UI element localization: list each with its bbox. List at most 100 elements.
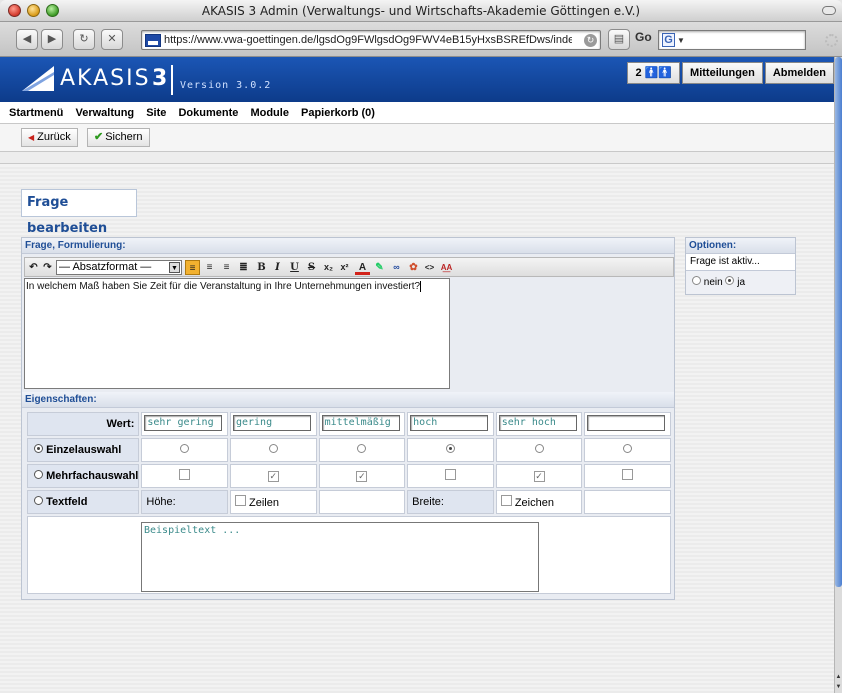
text-color-icon[interactable]: A — [355, 260, 370, 275]
page-title: Frage bearbeiten — [21, 189, 137, 236]
single-radio-5[interactable] — [534, 444, 544, 453]
scroll-up-icon[interactable]: ▲ — [835, 673, 842, 681]
address-text: https://www.vwa-goettingen.de/lgsdOg9FWl… — [164, 34, 572, 46]
single-choice-option[interactable]: Einzelauswahl — [27, 438, 140, 462]
options-title: Optionen: — [686, 238, 795, 254]
forward-arrow-icon[interactable]: ▶ — [41, 29, 63, 50]
height-label: Höhe: — [141, 490, 228, 514]
undo-icon[interactable]: ↶ — [26, 260, 41, 275]
chevron-down-icon: ▼ — [677, 36, 685, 45]
value-input-6[interactable] — [587, 414, 666, 431]
textfield-option[interactable]: Textfeld — [27, 490, 140, 514]
highlight-color-icon[interactable]: ✎ — [372, 260, 387, 275]
save-button[interactable]: ✔ Sichern — [87, 128, 150, 147]
address-bar[interactable]: https://www.vwa-goettingen.de/lgsdOg9FWl… — [141, 30, 601, 50]
main-menu: Startmenü Verwaltung Site Dokumente Modu… — [0, 102, 834, 124]
back-arrow-icon[interactable]: ◀ — [16, 29, 38, 50]
align-center-icon[interactable]: ≡ — [202, 260, 217, 275]
google-search-input[interactable]: G ▼ — [658, 30, 806, 50]
menu-item-site[interactable]: Site — [146, 107, 166, 119]
active-yes-radio[interactable] — [725, 276, 735, 285]
align-justify-icon[interactable]: ≣ — [236, 260, 251, 275]
address-reload-icon[interactable]: ↻ — [584, 34, 597, 47]
align-left-icon[interactable]: ≡ — [185, 260, 200, 275]
online-users-button[interactable]: 2 🚹🚹 — [627, 62, 681, 84]
page-scrollbar[interactable]: ▲ ▼ — [834, 57, 842, 693]
align-right-icon[interactable]: ≡ — [219, 260, 234, 275]
html-source-icon[interactable]: <> — [422, 260, 437, 275]
single-radio-6[interactable] — [623, 444, 633, 453]
spellcheck-icon[interactable]: A͟A — [439, 260, 454, 275]
value-input-1[interactable]: sehr gering — [144, 414, 223, 431]
question-section-title: Frage, Formulierung: — [22, 238, 674, 254]
chars-label: Zeichen — [514, 497, 554, 509]
menu-item-verwaltung[interactable]: Verwaltung — [75, 107, 134, 119]
multi-choice-option[interactable]: Mehrfachauswahl — [27, 464, 140, 488]
text-caret — [420, 281, 422, 292]
subscript-icon[interactable]: x₂ — [321, 260, 336, 275]
multi-choice-row: Mehrfachauswahl ✓ ✓ ✓ — [27, 464, 671, 488]
single-choice-row: Einzelauswahl — [27, 438, 671, 462]
active-no-radio[interactable] — [692, 276, 701, 285]
logout-button[interactable]: Abmelden — [764, 62, 834, 84]
save-label: Sichern — [105, 131, 143, 143]
users-count: 2 — [635, 67, 642, 79]
textfield-radio[interactable] — [34, 496, 43, 505]
reload-icon[interactable]: ↻ — [73, 29, 95, 50]
minimize-window-icon[interactable] — [27, 4, 40, 17]
italic-icon[interactable]: I — [270, 260, 285, 275]
scrollbar-thumb[interactable] — [835, 57, 842, 587]
messages-button[interactable]: Mitteilungen — [682, 62, 763, 84]
value-input-5[interactable]: sehr hoch — [498, 414, 577, 431]
multi-check-6[interactable] — [622, 469, 634, 480]
activity-spinner-icon — [825, 34, 838, 47]
underline-icon[interactable]: U — [287, 260, 302, 275]
multi-check-2[interactable]: ✓ — [267, 471, 279, 482]
value-input-4[interactable]: hoch — [410, 414, 489, 431]
multi-check-5[interactable]: ✓ — [533, 471, 545, 482]
single-choice-radio[interactable] — [34, 444, 43, 453]
logo-separator — [171, 65, 173, 95]
window-title: AKASIS 3 Admin (Verwaltungs- und Wirtsch… — [201, 4, 641, 18]
single-radio-4[interactable] — [445, 444, 455, 453]
print-icon[interactable]: ▤ — [608, 29, 630, 50]
zoom-window-icon[interactable] — [46, 4, 59, 17]
insert-image-icon[interactable]: ✿ — [406, 260, 421, 275]
menu-item-dokumente[interactable]: Dokumente — [178, 107, 238, 119]
stop-icon[interactable]: ✕ — [101, 29, 123, 50]
superscript-icon[interactable]: x² — [337, 260, 352, 275]
action-bar: ◀ Zurück ✔ Sichern — [0, 124, 834, 152]
close-window-icon[interactable] — [8, 4, 21, 17]
multi-check-4[interactable] — [444, 469, 456, 480]
redo-icon[interactable]: ↷ — [40, 260, 55, 275]
strikethrough-icon[interactable]: S — [304, 260, 319, 275]
top-buttons: 2 🚹🚹 Mitteilungen Abmelden — [625, 62, 834, 84]
go-button[interactable]: Go — [635, 30, 652, 44]
menu-item-startmenu[interactable]: Startmenü — [9, 107, 63, 119]
back-label: Zurück — [37, 131, 71, 143]
sample-textarea[interactable]: Beispieltext ... — [141, 522, 539, 592]
scroll-down-icon[interactable]: ▼ — [835, 683, 842, 691]
rows-input[interactable] — [234, 495, 246, 506]
question-editor[interactable]: In welchem Maß haben Sie Zeit für die Ve… — [24, 278, 450, 389]
users-icon: 🚹🚹 — [644, 67, 673, 79]
link-icon[interactable]: ∞ — [389, 260, 404, 275]
single-radio-3[interactable] — [357, 444, 367, 453]
value-input-2[interactable]: gering — [232, 414, 311, 431]
version-label: Version 3.0.2 — [180, 80, 272, 91]
single-radio-2[interactable] — [268, 444, 278, 453]
chars-input[interactable] — [500, 495, 512, 506]
menu-item-module[interactable]: Module — [250, 107, 289, 119]
checkmark-icon: ✔ — [94, 131, 104, 143]
menu-item-papierkorb[interactable]: Papierkorb (0) — [301, 107, 375, 119]
toolbar-toggle-icon[interactable] — [822, 6, 836, 15]
multi-choice-radio[interactable] — [34, 470, 43, 479]
paragraph-format-select[interactable]: — Absatzformat — ▼ — [56, 260, 182, 275]
bold-icon[interactable]: B — [254, 260, 269, 275]
back-button[interactable]: ◀ Zurück — [21, 128, 78, 147]
single-radio-1[interactable] — [180, 444, 190, 453]
multi-check-1[interactable] — [179, 469, 191, 480]
app-banner: AKASIS 3 Version 3.0.2 2 🚹🚹 Mitteilungen… — [0, 57, 834, 102]
multi-check-3[interactable]: ✓ — [356, 471, 368, 482]
value-input-3[interactable]: mittelmäßig — [321, 414, 400, 431]
